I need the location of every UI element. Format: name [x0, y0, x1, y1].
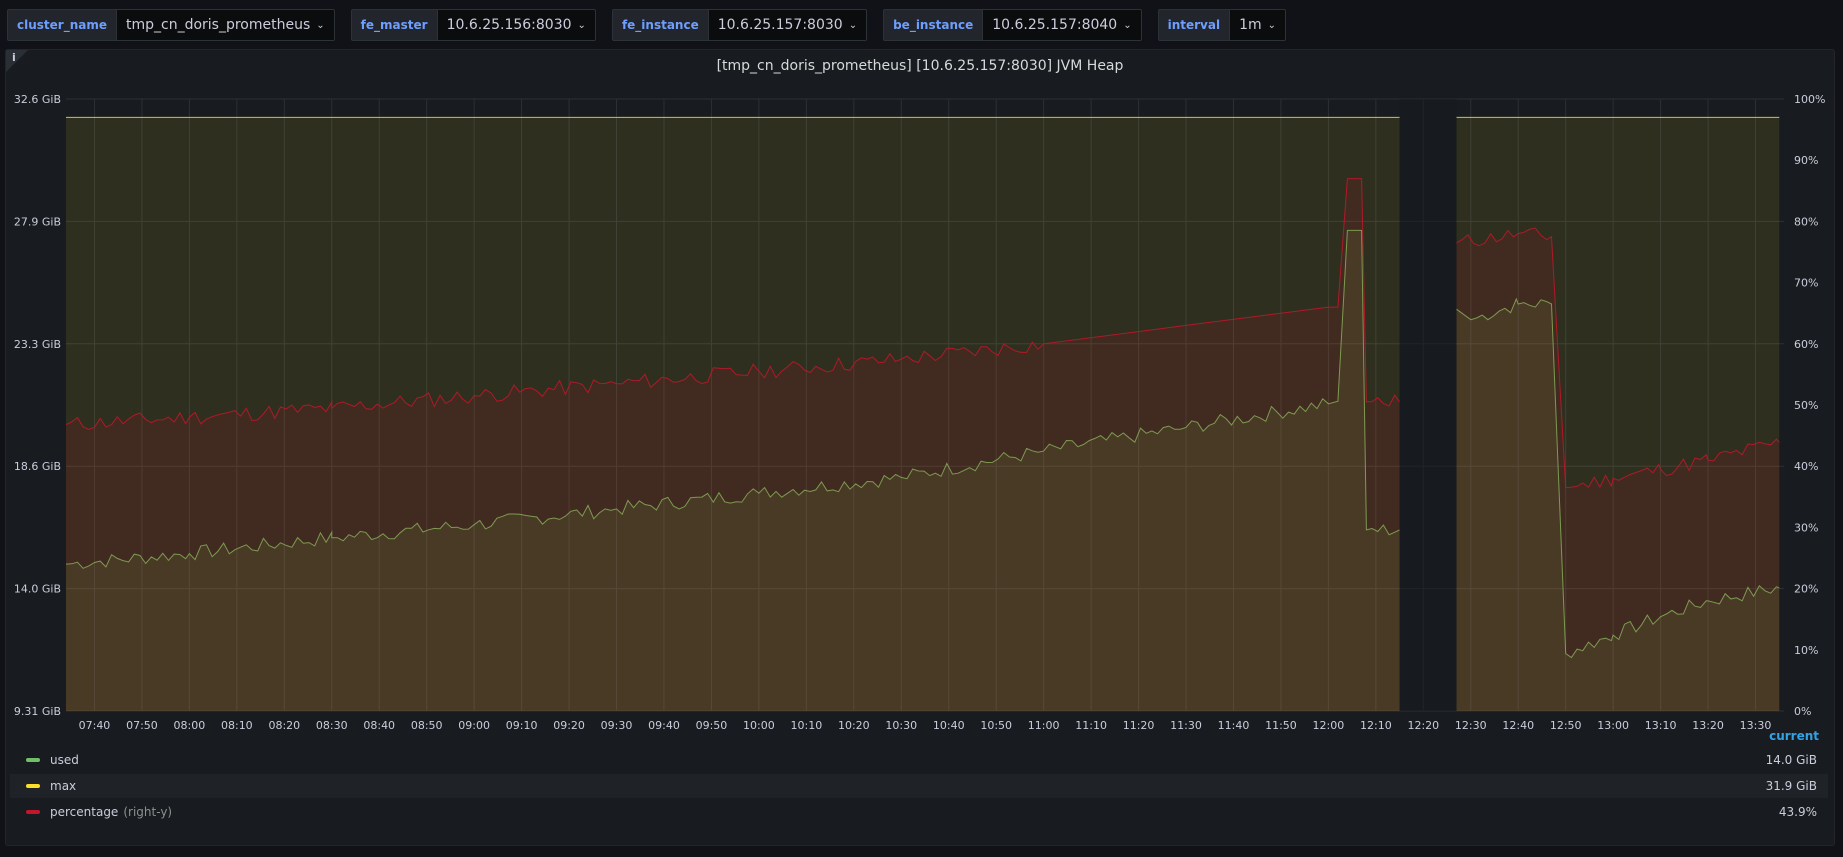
x-tick-label: 09:00: [458, 719, 490, 730]
x-tick-label: 10:50: [980, 719, 1012, 730]
variable-fe-instance: fe_instance 10.6.25.157:8030 ⌄: [611, 9, 868, 41]
legend-value: 31.9 GiB: [1765, 779, 1817, 793]
legend-swatch: [26, 784, 40, 788]
x-tick-label: 12:30: [1455, 719, 1487, 730]
be-instance-select[interactable]: 10.6.25.157:8040 ⌄: [983, 9, 1142, 41]
y-left-tick-label: 18.6 GiB: [14, 460, 61, 473]
variable-value: 10.6.25.157:8040: [992, 17, 1118, 33]
no-data-gap: [1399, 99, 1457, 711]
x-tick-label: 11:50: [1265, 719, 1297, 730]
x-tick-label: 08:10: [221, 719, 253, 730]
legend-value: 14.0 GiB: [1765, 753, 1817, 767]
legend-label: used: [50, 753, 79, 767]
y-right-tick-label: 60%: [1794, 338, 1818, 351]
legend-hint: (right-y): [123, 805, 173, 819]
legend-label: max: [50, 779, 77, 793]
x-tick-label: 11:10: [1075, 719, 1107, 730]
y-right-tick-label: 0%: [1794, 705, 1811, 718]
legend-item-used[interactable]: used 14.0 GiB: [10, 748, 1828, 772]
variable-fe-master: fe_master 10.6.25.156:8030 ⌄: [350, 9, 596, 41]
y-left-tick-label: 9.31 GiB: [14, 705, 61, 718]
x-tick-label: 09:40: [648, 719, 680, 730]
variable-be-instance: be_instance 10.6.25.157:8040 ⌄: [883, 9, 1142, 41]
x-tick-label: 12:50: [1550, 719, 1582, 730]
x-tick-label: 10:20: [838, 719, 870, 730]
x-tick-label: 08:40: [363, 719, 395, 730]
x-tick-label: 10:40: [933, 719, 965, 730]
jvm-heap-chart[interactable]: 9.31 GiB 14.0 GiB 18.6 GiB 23.3 GiB 27.9 GiB…: [6, 50, 1834, 730]
jvm-heap-panel: i [tmp_cn_doris_prometheus] [10.6.25.157…: [5, 49, 1835, 846]
x-tick-label: 11:00: [1028, 719, 1060, 730]
chevron-down-icon: ⌄: [316, 19, 325, 31]
cluster-name-select[interactable]: tmp_cn_doris_prometheus ⌄: [117, 9, 335, 41]
x-tick-label: 07:40: [79, 719, 111, 730]
y-right-tick-label: 70%: [1794, 277, 1818, 290]
x-tick-label: 11:20: [1123, 719, 1155, 730]
chevron-down-icon: ⌄: [848, 19, 858, 31]
chevron-down-icon: ⌄: [577, 19, 586, 31]
x-tick-label: 10:30: [885, 719, 917, 730]
y-right-tick-label: 90%: [1794, 154, 1818, 167]
legend-item-max[interactable]: max 31.9 GiB: [10, 774, 1828, 798]
fe-master-select[interactable]: 10.6.25.156:8030 ⌄: [437, 9, 596, 41]
variable-label: be_instance: [883, 9, 984, 41]
x-tick-label: 09:10: [506, 719, 538, 730]
chevron-down-icon: ⌄: [1123, 19, 1132, 31]
x-tick-label: 09:20: [553, 719, 585, 730]
legend-label: percentage: [50, 805, 119, 819]
y-right-tick-label: 50%: [1794, 399, 1818, 412]
variable-label: interval: [1157, 9, 1231, 41]
x-tick-label: 09:30: [601, 719, 633, 730]
x-tick-label: 11:30: [1170, 719, 1202, 730]
legend-value: 43.9%: [1778, 805, 1817, 819]
x-tick-label: 07:50: [126, 719, 158, 730]
legend-header-current[interactable]: current: [1769, 729, 1819, 743]
y-right-tick-label: 20%: [1794, 583, 1818, 596]
x-tick-label: 09:50: [696, 719, 728, 730]
variable-label: cluster_name: [7, 9, 117, 41]
y-left-tick-label: 32.6 GiB: [14, 93, 61, 106]
x-tick-label: 08:20: [268, 719, 300, 730]
x-tick-label: 12:20: [1407, 719, 1439, 730]
x-tick-label: 10:00: [743, 719, 775, 730]
legend-item-percentage[interactable]: percentage (right-y) 43.9%: [10, 800, 1828, 824]
x-tick-label: 13:10: [1645, 719, 1677, 730]
y-left-tick-label: 23.3 GiB: [14, 338, 61, 351]
variable-value: 1m: [1239, 17, 1262, 33]
y-left-tick-label: 14.0 GiB: [14, 583, 61, 596]
y-right-tick-label: 100%: [1794, 93, 1825, 106]
y-right-tick-label: 30%: [1794, 521, 1818, 534]
variable-interval: interval 1m ⌄: [1157, 9, 1287, 41]
legend-swatch: [26, 758, 40, 762]
variable-value: 10.6.25.157:8030: [717, 17, 843, 33]
variable-value: 10.6.25.156:8030: [446, 17, 572, 33]
y-right-tick-label: 80%: [1794, 215, 1818, 228]
y-right-tick-label: 40%: [1794, 460, 1818, 473]
x-tick-label: 13:30: [1740, 719, 1772, 730]
y-right-tick-label: 10%: [1794, 644, 1818, 657]
chevron-down-icon: ⌄: [1267, 19, 1277, 31]
x-tick-label: 10:10: [791, 719, 823, 730]
fe-instance-select[interactable]: 10.6.25.157:8030 ⌄: [708, 9, 868, 41]
x-tick-label: 08:00: [174, 719, 206, 730]
variable-cluster-name: cluster_name tmp_cn_doris_prometheus ⌄: [7, 9, 335, 41]
x-tick-label: 12:00: [1313, 719, 1345, 730]
x-tick-label: 13:20: [1692, 719, 1724, 730]
x-tick-label: 13:00: [1597, 719, 1629, 730]
x-tick-label: 08:30: [316, 719, 348, 730]
variable-label: fe_master: [350, 9, 438, 41]
legend-swatch: [26, 810, 40, 814]
x-tick-label: 11:40: [1218, 719, 1250, 730]
interval-select[interactable]: 1m ⌄: [1230, 9, 1287, 41]
y-left-tick-label: 27.9 GiB: [14, 215, 61, 228]
variables-bar: cluster_name tmp_cn_doris_prometheus ⌄ fe…: [7, 9, 1302, 41]
x-tick-label: 12:10: [1360, 719, 1392, 730]
variable-label: fe_instance: [611, 9, 709, 41]
variable-value: tmp_cn_doris_prometheus: [126, 17, 311, 33]
x-tick-label: 08:50: [411, 719, 443, 730]
x-tick-label: 12:40: [1502, 719, 1534, 730]
